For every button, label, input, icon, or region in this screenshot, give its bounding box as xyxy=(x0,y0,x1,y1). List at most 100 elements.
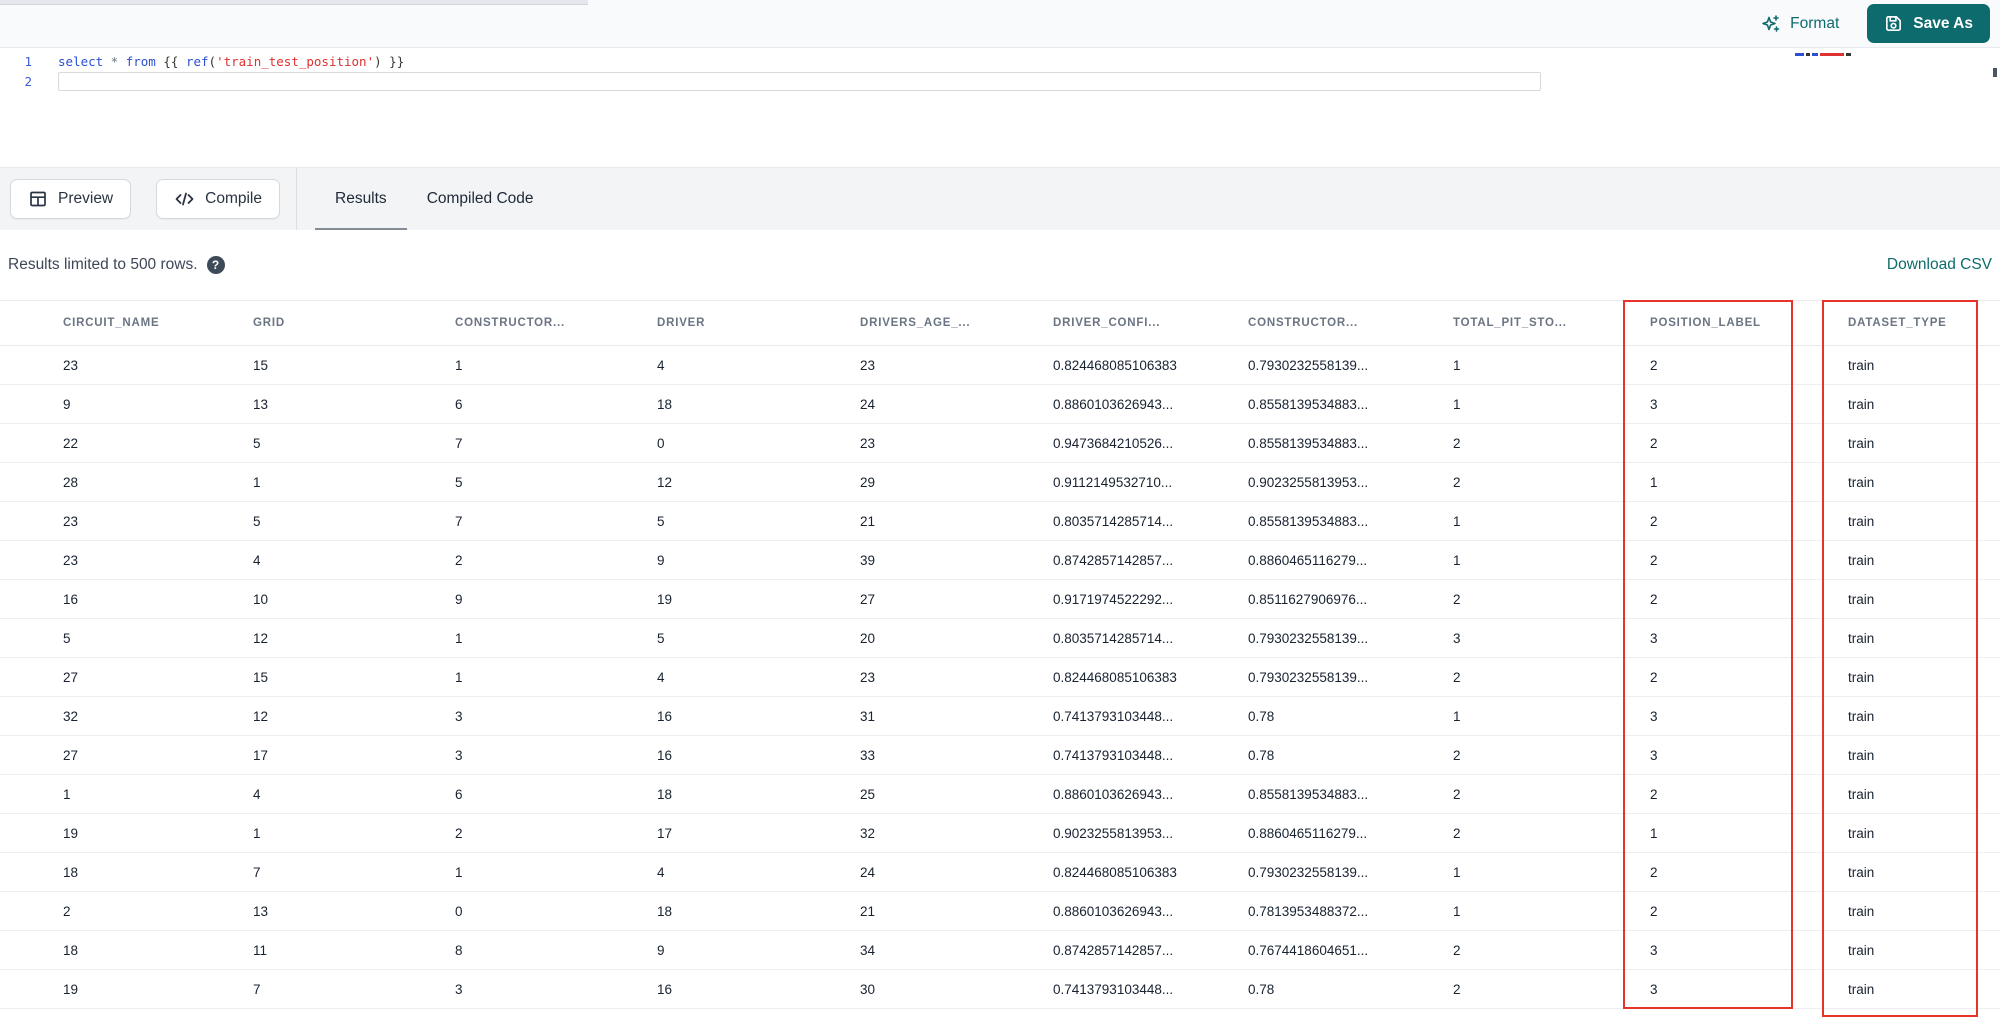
table-cell: 0.78 xyxy=(1248,735,1453,775)
results-table: CIRCUIT_NAME GRID CONSTRUCTOR... DRIVER DRIV… xyxy=(0,300,2000,1009)
table-cell: 16 xyxy=(657,969,860,1009)
table-icon xyxy=(28,189,48,209)
table-cell: 0.8860103626943... xyxy=(1053,774,1248,814)
column-header: POSITION_LABEL xyxy=(1650,300,1848,346)
table-cell: 19 xyxy=(0,969,253,1009)
table-cell: 27 xyxy=(860,579,1053,619)
table-cell: 3 xyxy=(455,969,657,1009)
table-cell: 0.9023255813953... xyxy=(1053,813,1248,853)
table-cell: 0.7930232558139... xyxy=(1248,618,1453,658)
table-cell: 2 xyxy=(1650,891,1848,931)
table-cell: 0.8860103626943... xyxy=(1053,384,1248,424)
download-csv-link[interactable]: Download CSV xyxy=(1887,256,1992,274)
table-cell: 3 xyxy=(1650,618,1848,658)
minimap-mark xyxy=(1820,53,1844,56)
sql-editor[interactable]: 12 select * from {{ ref('train_test_posi… xyxy=(0,48,2000,167)
result-tabs: Results Compiled Code xyxy=(315,168,554,231)
table-cell: 1 xyxy=(455,345,657,385)
table-cell: 9 xyxy=(455,579,657,619)
column-header: CIRCUIT_NAME xyxy=(0,300,253,346)
line-number: 1 xyxy=(24,54,32,69)
preview-button[interactable]: Preview xyxy=(10,179,132,219)
table-cell: 1 xyxy=(1453,696,1650,736)
table-cell: 2 xyxy=(1453,735,1650,775)
tab-results[interactable]: Results xyxy=(315,168,407,231)
table-row: 27 15 1 4 23 0.824468085106383 0.7930232558139… xyxy=(0,657,2000,697)
tab-compiled-code[interactable]: Compiled Code xyxy=(407,168,554,231)
column-header: CONSTRUCTOR... xyxy=(1248,300,1453,346)
help-icon[interactable]: ? xyxy=(206,256,225,274)
table-cell: 0 xyxy=(455,891,657,931)
table-cell: 1 xyxy=(253,462,455,502)
table-cell: 13 xyxy=(253,384,455,424)
editor-toolbar: Format Save As xyxy=(0,0,2000,48)
table-cell: 1 xyxy=(455,657,657,697)
minimap-mark xyxy=(1846,53,1851,56)
table-cell: 16 xyxy=(657,735,860,775)
table-cell: 7 xyxy=(253,969,455,1009)
table-cell: 23 xyxy=(0,501,253,541)
table-cell: 23 xyxy=(860,423,1053,463)
table-cell: 7 xyxy=(253,852,455,892)
table-cell: 2 xyxy=(1650,657,1848,697)
table-cell: train xyxy=(1848,423,2000,463)
table-cell: 2 xyxy=(1453,930,1650,970)
table-cell: 0.824468085106383 xyxy=(1053,852,1248,892)
table-cell: 7 xyxy=(455,501,657,541)
table-cell: 23 xyxy=(860,657,1053,697)
table-cell: 8 xyxy=(455,930,657,970)
table-cell: 0.78 xyxy=(1248,969,1453,1009)
table-cell: 27 xyxy=(0,735,253,775)
table-cell: 0.7674418604651... xyxy=(1248,930,1453,970)
compile-label: Compile xyxy=(205,190,262,207)
save-as-button[interactable]: Save As xyxy=(1867,4,1990,43)
table-cell: 15 xyxy=(253,345,455,385)
table-cell: 2 xyxy=(1453,774,1650,814)
table-cell: 31 xyxy=(860,696,1053,736)
table-header-row: CIRCUIT_NAME GRID CONSTRUCTOR... DRIVER DRIV… xyxy=(0,300,2000,346)
table-cell: 33 xyxy=(860,735,1053,775)
table-cell: 0.824468085106383 xyxy=(1053,657,1248,697)
save-icon xyxy=(1884,14,1903,33)
line-number-gutter: 12 xyxy=(0,52,40,92)
table-cell: 5 xyxy=(253,423,455,463)
table-cell: 2 xyxy=(0,891,253,931)
table-cell: 0.7930232558139... xyxy=(1248,345,1453,385)
table-cell: train xyxy=(1848,345,2000,385)
table-cell: 2 xyxy=(1453,462,1650,502)
table-row: 23 4 2 9 39 0.8742857142857... 0.8860465116279… xyxy=(0,540,2000,580)
table-cell: 0.7413793103448... xyxy=(1053,735,1248,775)
table-cell: 3 xyxy=(1650,735,1848,775)
table-cell: 2 xyxy=(1453,423,1650,463)
table-row: 18 11 8 9 34 0.8742857142857... 0.767441860465… xyxy=(0,930,2000,970)
table-cell: 5 xyxy=(455,462,657,502)
table-cell: 1 xyxy=(1453,501,1650,541)
table-cell: train xyxy=(1848,774,2000,814)
action-bar: Preview Compile Results Compiled Code xyxy=(0,167,2000,231)
minimap-mark xyxy=(1795,53,1804,56)
table-cell: 4 xyxy=(657,852,860,892)
table-cell: 9 xyxy=(0,384,253,424)
column-header: DRIVER xyxy=(657,300,860,346)
table-cell: 3 xyxy=(455,696,657,736)
table-cell: 1 xyxy=(1650,813,1848,853)
table-cell: 0.7813953488372... xyxy=(1248,891,1453,931)
format-button[interactable]: Format xyxy=(1761,14,1839,34)
table-cell: 11 xyxy=(253,930,455,970)
table-cell: 5 xyxy=(253,501,455,541)
preview-label: Preview xyxy=(58,190,114,207)
compile-button[interactable]: Compile xyxy=(156,179,280,219)
table-cell: train xyxy=(1848,852,2000,892)
table-cell: 23 xyxy=(860,345,1053,385)
table-cell: 0.8742857142857... xyxy=(1053,930,1248,970)
table-cell: 3 xyxy=(1453,618,1650,658)
table-cell: 2 xyxy=(455,540,657,580)
table-cell: 22 xyxy=(0,423,253,463)
table-row: 23 5 7 5 21 0.8035714285714... 0.8558139534883… xyxy=(0,501,2000,541)
table-row: 9 13 6 18 24 0.8860103626943... 0.855813953488… xyxy=(0,384,2000,424)
editor-scrollbar[interactable] xyxy=(1993,68,1997,77)
table-cell: 7 xyxy=(455,423,657,463)
sparkles-icon xyxy=(1761,14,1781,34)
table-cell: 18 xyxy=(657,774,860,814)
results-limit-text: Results limited to 500 rows. xyxy=(8,256,198,273)
